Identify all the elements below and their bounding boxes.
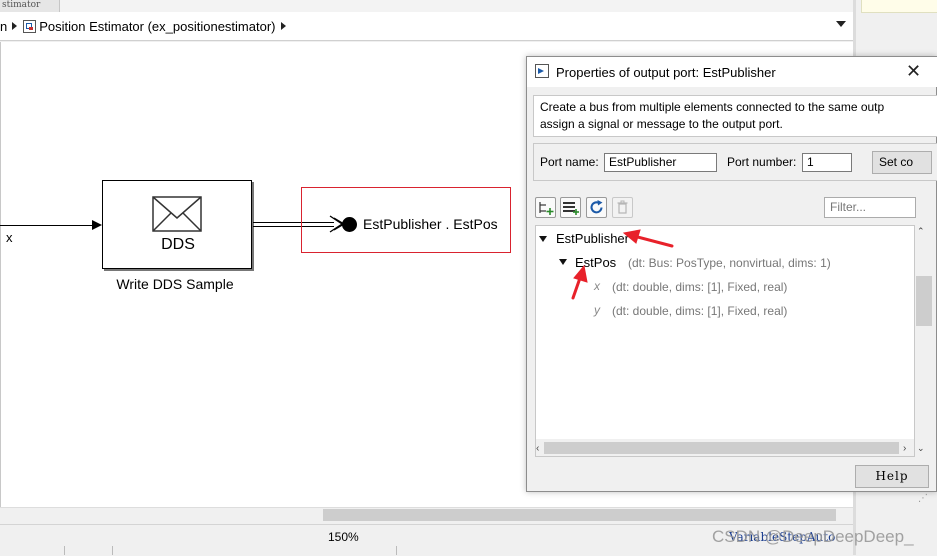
refresh-icon: [590, 200, 603, 214]
arrow-icon: [622, 229, 674, 248]
tree-node-field-y[interactable]: y: [594, 303, 600, 317]
notification-strip: [861, 0, 937, 13]
description-line-1: Create a bus from multiple elements conn…: [540, 100, 885, 114]
breadcrumb: n Position Estimator (ex_positionestimat…: [0, 12, 853, 41]
status-separator: [112, 546, 113, 555]
breadcrumb-expand-icon[interactable]: [280, 22, 286, 30]
status-separator: [396, 546, 397, 555]
chevron-left-icon[interactable]: ‹: [536, 443, 539, 454]
chevron-right-icon[interactable]: ›: [903, 443, 906, 454]
port-name-label: Port name:: [540, 155, 599, 169]
breadcrumb-item-current[interactable]: Position Estimator (ex_positionestimator…: [39, 19, 275, 34]
annotation-arrows: [571, 229, 674, 300]
output-port-label[interactable]: EstPublisher . EstPos: [363, 216, 498, 232]
help-button[interactable]: Help: [855, 465, 929, 488]
collapse-root-icon[interactable]: [539, 236, 547, 242]
watermark: CSDN @DeepDeepDeep_: [712, 527, 914, 546]
zoom-level[interactable]: 150%: [328, 530, 359, 544]
description-line-2: assign a signal or message to the output…: [540, 117, 783, 131]
signal-label[interactable]: x: [6, 230, 13, 245]
signal-line[interactable]: [0, 225, 94, 226]
dds-block-label: DDS: [161, 236, 195, 253]
resize-grip-icon[interactable]: ⋰: [918, 493, 928, 504]
dialog-title: Properties of output port: EstPublisher: [556, 65, 776, 80]
delete-button[interactable]: [612, 197, 633, 218]
breadcrumb-item-root[interactable]: n: [0, 19, 7, 34]
port-number-input[interactable]: 1: [802, 153, 852, 172]
dds-block-caption[interactable]: Write DDS Sample: [92, 276, 258, 292]
close-icon[interactable]: ✕: [906, 61, 921, 81]
delete-icon: [617, 200, 628, 214]
scrollbar-thumb[interactable]: [323, 509, 836, 521]
status-separator: [64, 546, 65, 555]
envelope-icon: [152, 196, 202, 232]
chevron-down-icon[interactable]: [836, 21, 846, 27]
port-name-input[interactable]: EstPublisher: [604, 153, 717, 172]
breadcrumb-separator-icon: [12, 22, 18, 30]
add-from-bus-icon: [563, 202, 579, 215]
scrollbar-thumb[interactable]: [916, 276, 932, 326]
signal-arrowhead-icon: [92, 220, 102, 230]
model-tab[interactable]: stimator: [0, 0, 60, 12]
add-element-icon: [539, 202, 554, 215]
chevron-up-icon[interactable]: ⌃: [917, 226, 925, 237]
add-element-button[interactable]: [535, 197, 556, 218]
model-icon: [23, 19, 37, 33]
scrollbar-thumb[interactable]: [544, 442, 899, 454]
tree-node-field-y-meta: (dt: double, dims: [1], Fixed, real): [612, 304, 788, 318]
add-from-bus-button[interactable]: [560, 197, 581, 218]
output-port-block[interactable]: [342, 217, 357, 232]
refresh-button[interactable]: [586, 197, 607, 218]
outport-icon-arrow: [538, 68, 544, 74]
port-number-label: Port number:: [727, 155, 797, 169]
filter-input[interactable]: Filter...: [824, 197, 916, 218]
chevron-down-icon[interactable]: ⌄: [917, 443, 925, 454]
tree-vertical-scrollbar[interactable]: [915, 225, 933, 457]
arrow-icon: [571, 264, 588, 300]
set-connection-button[interactable]: Set co: [872, 151, 932, 174]
